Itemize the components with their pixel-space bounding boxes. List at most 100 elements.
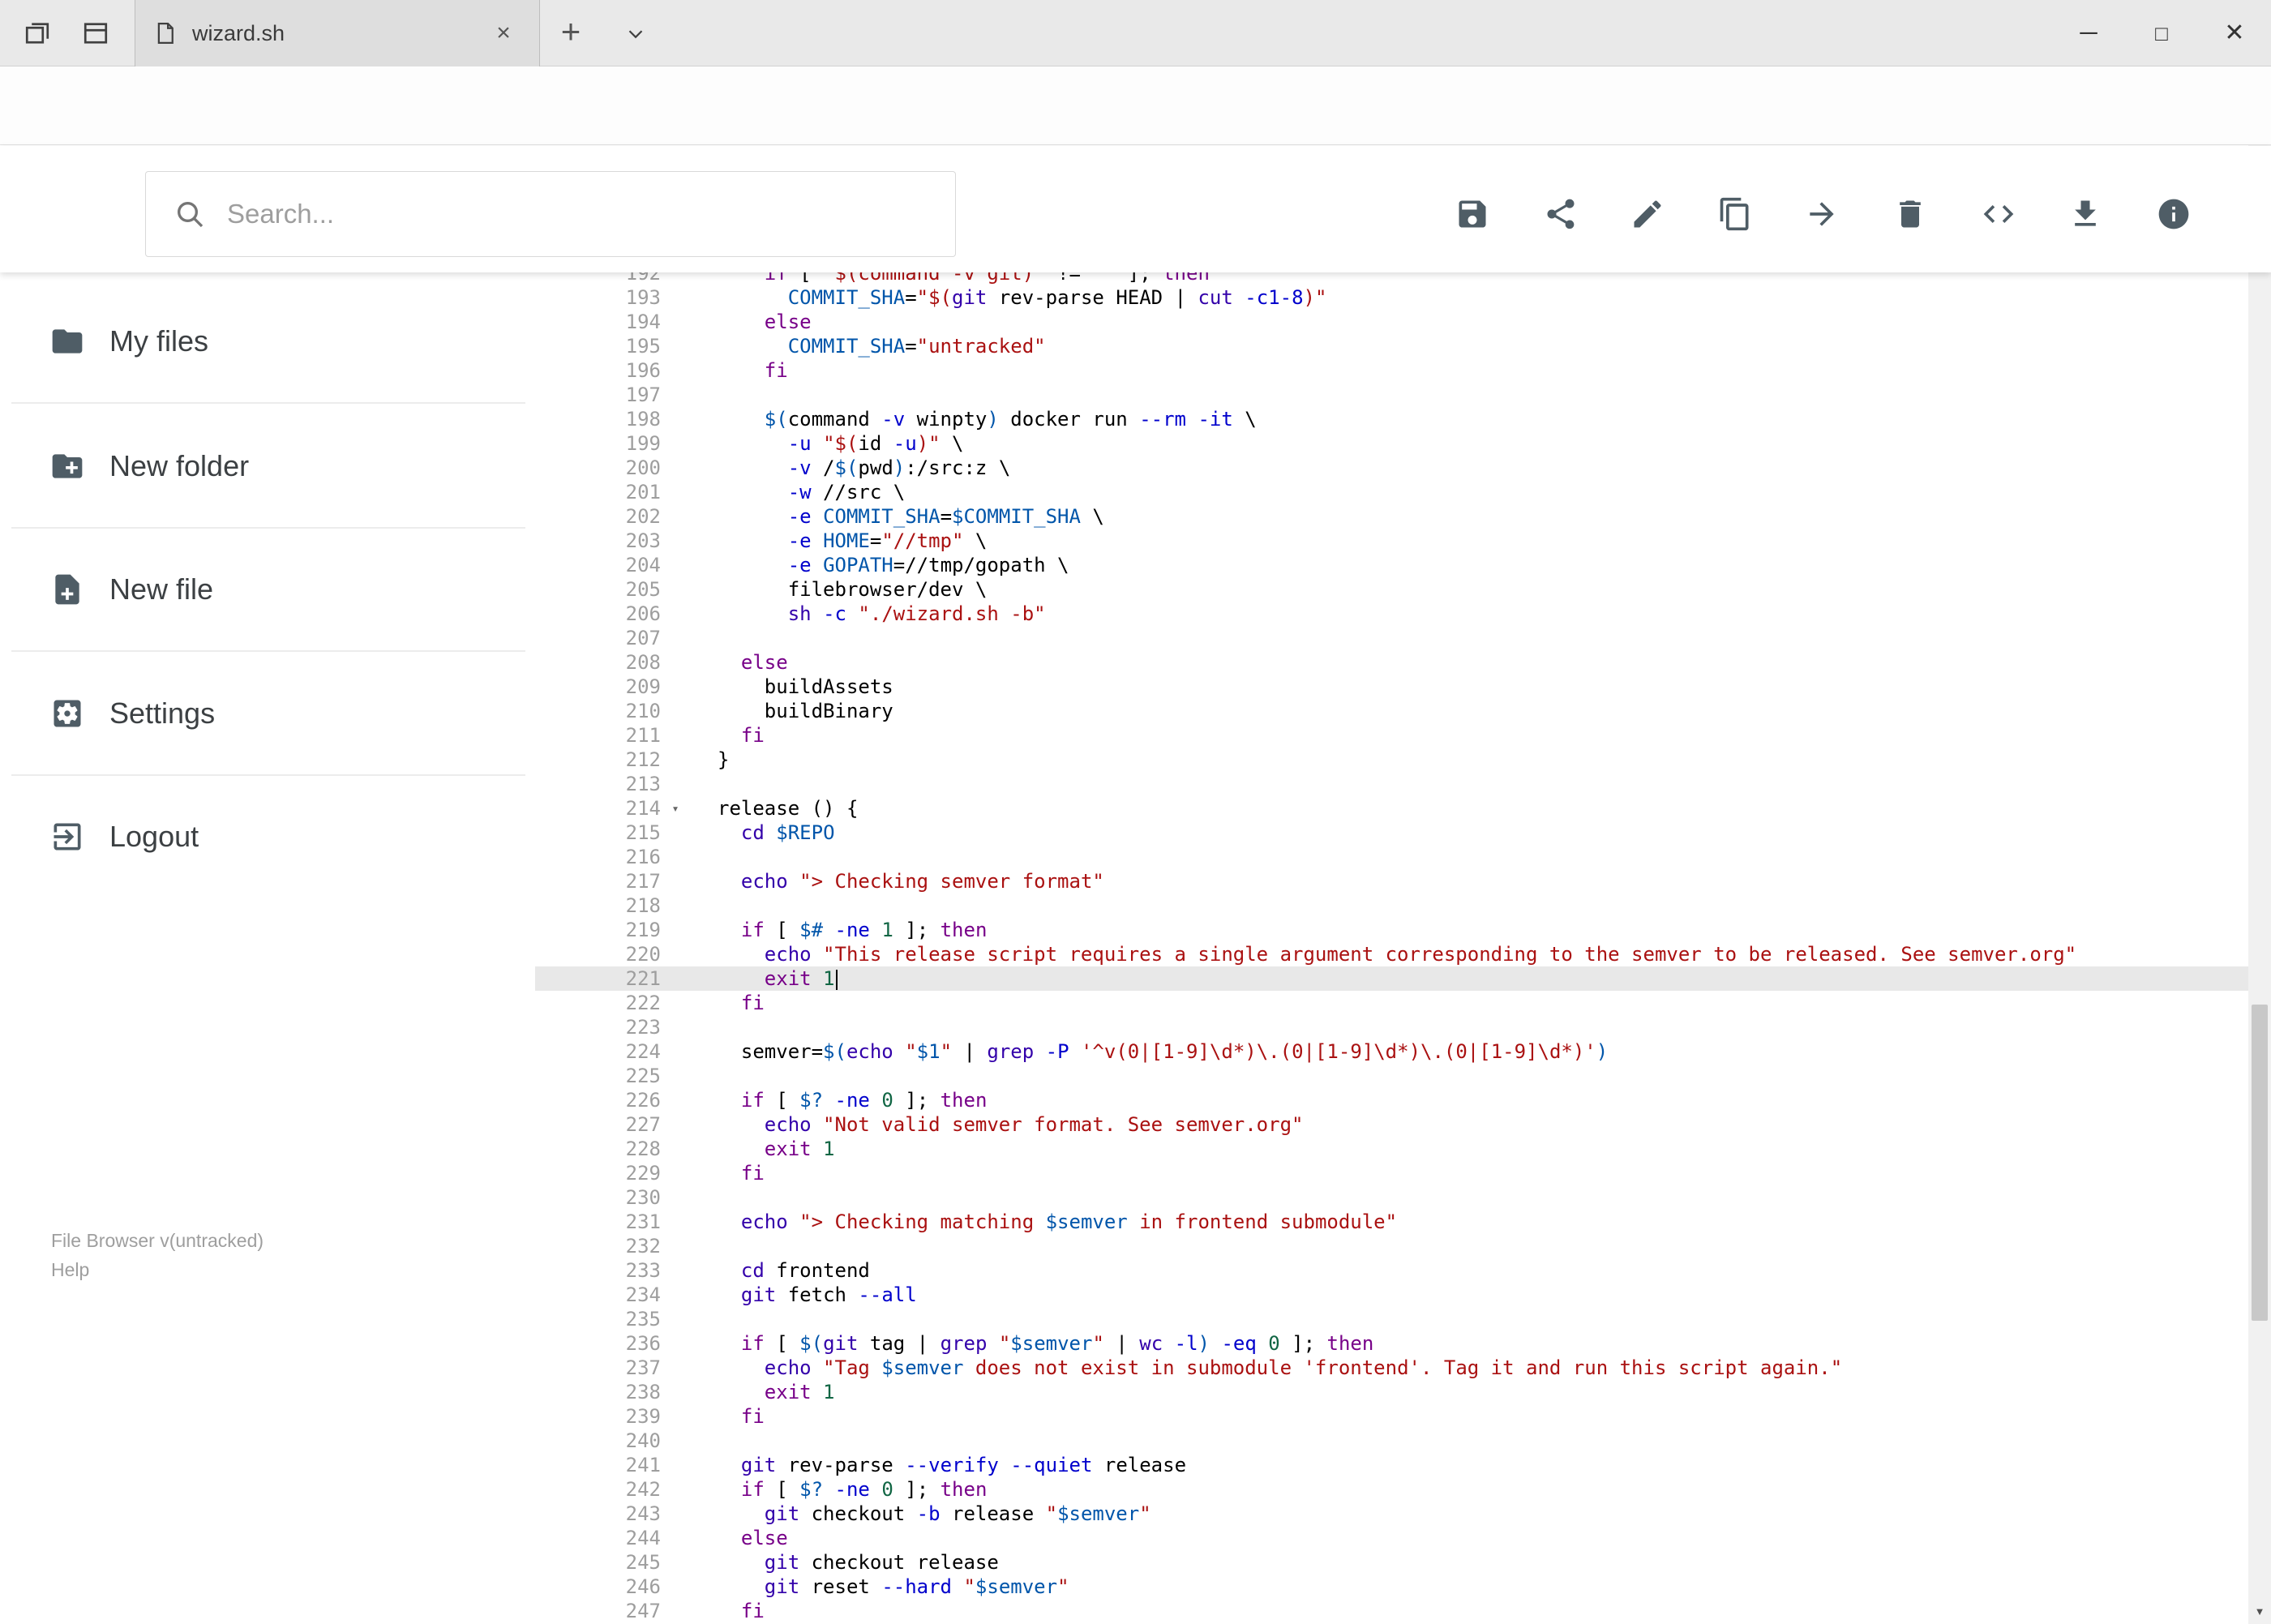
code-line-214[interactable]: 214 ▾ release () { (535, 796, 2248, 821)
code-line-245[interactable]: 245 git checkout release (535, 1550, 2248, 1575)
code-line-198[interactable]: 198 $(command -v winpty) docker run --rm… (535, 407, 2248, 431)
fold-gutter (661, 1234, 690, 1258)
code-editor[interactable]: 192 if [ "$(command -v git)" != "" ]; th… (535, 272, 2248, 1624)
code-line-195[interactable]: 195 COMMIT_SHA="untracked" (535, 334, 2248, 358)
set-tabs-aside-button[interactable] (75, 13, 116, 54)
delete-button[interactable] (1888, 191, 1933, 237)
code-text: exit 1 (764, 1381, 835, 1403)
page-scrollbar[interactable]: ▲ ▼ (2248, 145, 2271, 1624)
code-line-192[interactable]: 192 if [ "$(command -v git)" != "" ]; th… (535, 272, 2248, 285)
code-line-239[interactable]: 239 fi (535, 1404, 2248, 1429)
line-number: 221 (625, 967, 661, 990)
download-button[interactable] (2063, 191, 2108, 237)
code-line-199[interactable]: 199 -u "$(id -u)" \ (535, 431, 2248, 456)
code-text: fi (740, 992, 765, 1014)
sidebar-item-new-file[interactable]: New file (0, 563, 535, 615)
rename-button[interactable] (1625, 191, 1670, 237)
code-line-233[interactable]: 233 cd frontend (535, 1258, 2248, 1283)
code-line-203[interactable]: 203 -e HOME="//tmp" \ (535, 529, 2248, 553)
code-line-232[interactable]: 232 (535, 1234, 2248, 1258)
fold-arrow-icon[interactable]: ▾ (661, 796, 690, 821)
save-button[interactable] (1450, 191, 1495, 237)
code-line-211[interactable]: 211 fi (535, 723, 2248, 748)
code-line-221[interactable]: 221 exit 1 (535, 966, 2248, 991)
new-tab-button[interactable]: + (550, 11, 592, 54)
tabs-preview-button[interactable] (17, 13, 58, 54)
code-line-247[interactable]: 247 fi (535, 1599, 2248, 1623)
code-line-194[interactable]: 194 else (535, 310, 2248, 334)
code-line-209[interactable]: 209 buildAssets (535, 675, 2248, 699)
scrollbar-thumb[interactable] (2252, 1005, 2268, 1321)
sidebar-item-logout[interactable]: Logout (0, 811, 535, 863)
code-line-237[interactable]: 237 echo "Tag $semver does not exist in … (535, 1356, 2248, 1380)
code-line-213[interactable]: 213 (535, 772, 2248, 796)
code-line-218[interactable]: 218 (535, 893, 2248, 918)
code-line-207[interactable]: 207 (535, 626, 2248, 650)
code-line-205[interactable]: 205 filebrowser/dev \ (535, 577, 2248, 602)
line-number: 247 (625, 1600, 661, 1622)
window-close-button[interactable]: ✕ (2198, 0, 2271, 66)
code-line-217[interactable]: 217 echo "> Checking semver format" (535, 869, 2248, 893)
scroll-down-arrow-icon[interactable]: ▼ (2248, 1600, 2271, 1624)
code-line-234[interactable]: 234 git fetch --all (535, 1283, 2248, 1307)
fold-gutter (661, 821, 690, 845)
code-line-215[interactable]: 215 cd $REPO (535, 821, 2248, 845)
code-line-230[interactable]: 230 (535, 1185, 2248, 1210)
tab-preview-chevron-button[interactable] (618, 18, 653, 50)
window-minimize-button[interactable]: ─ (2052, 0, 2125, 66)
code-line-208[interactable]: 208 else (535, 650, 2248, 675)
code-line-201[interactable]: 201 -w //src \ (535, 480, 2248, 504)
sidebar-item-new-folder[interactable]: New folder (0, 440, 535, 492)
code-line-225[interactable]: 225 (535, 1064, 2248, 1088)
tab-wizard-sh[interactable]: wizard.sh × (135, 0, 540, 66)
code-line-244[interactable]: 244 else (535, 1526, 2248, 1550)
save-icon (1459, 200, 1486, 228)
code-line-242[interactable]: 242 if [ $? -ne 0 ]; then (535, 1477, 2248, 1502)
code-line-226[interactable]: 226 if [ $? -ne 0 ]; then (535, 1088, 2248, 1112)
code-line-240[interactable]: 240 (535, 1429, 2248, 1453)
window-maximize-button[interactable]: □ (2125, 0, 2198, 66)
code-line-196[interactable]: 196 fi (535, 358, 2248, 383)
chevron-down-icon (628, 30, 643, 39)
tab-close-icon[interactable]: × (486, 15, 521, 51)
raw-code-button[interactable] (1976, 191, 2021, 237)
code-line-235[interactable]: 235 (535, 1307, 2248, 1331)
code-line-236[interactable]: 236 if [ $(git tag | grep "$semver" | wc… (535, 1331, 2248, 1356)
code-line-202[interactable]: 202 -e COMMIT_SHA=$COMMIT_SHA \ (535, 504, 2248, 529)
copy-button[interactable] (1712, 191, 1758, 237)
line-number: 202 (625, 505, 661, 528)
info-button[interactable] (2151, 191, 2196, 237)
code-line-223[interactable]: 223 (535, 1015, 2248, 1039)
move-button[interactable] (1799, 191, 1845, 237)
code-line-224[interactable]: 224 semver=$(echo "$1" | grep -P '^v(0|[… (535, 1039, 2248, 1064)
code-text: else (740, 1527, 788, 1549)
help-link[interactable]: Help (51, 1255, 264, 1284)
code-line-220[interactable]: 220 echo "This release script requires a… (535, 942, 2248, 966)
code-line-200[interactable]: 200 -v /$(pwd):/src:z \ (535, 456, 2248, 480)
code-line-204[interactable]: 204 -e GOPATH=//tmp/gopath \ (535, 553, 2248, 577)
code-line-231[interactable]: 231 echo "> Checking matching $semver in… (535, 1210, 2248, 1234)
code-line-212[interactable]: 212} (535, 748, 2248, 772)
sidebar-item-my-files[interactable]: My files (0, 315, 535, 367)
code-text: cd frontend (740, 1259, 870, 1282)
code-line-216[interactable]: 216 (535, 845, 2248, 869)
code-line-246[interactable]: 246 git reset --hard "$semver" (535, 1575, 2248, 1599)
sidebar-item-settings[interactable]: Settings (0, 688, 535, 739)
share-file-button[interactable] (1538, 191, 1583, 237)
code-line-193[interactable]: 193 COMMIT_SHA="$(git rev-parse HEAD | c… (535, 285, 2248, 310)
code-line-241[interactable]: 241 git rev-parse --verify --quiet relea… (535, 1453, 2248, 1477)
code-line-206[interactable]: 206 sh -c "./wizard.sh -b" (535, 602, 2248, 626)
code-line-197[interactable]: 197 (535, 383, 2248, 407)
code-line-222[interactable]: 222 fi (535, 991, 2248, 1015)
code-text: else (740, 651, 788, 674)
code-line-229[interactable]: 229 fi (535, 1161, 2248, 1185)
search-box[interactable] (145, 171, 956, 257)
code-line-219[interactable]: 219 if [ $# -ne 1 ]; then (535, 918, 2248, 942)
copy-icon (1720, 197, 1749, 231)
code-line-243[interactable]: 243 git checkout -b release "$semver" (535, 1502, 2248, 1526)
code-line-228[interactable]: 228 exit 1 (535, 1137, 2248, 1161)
search-input[interactable] (227, 199, 955, 229)
code-line-210[interactable]: 210 buildBinary (535, 699, 2248, 723)
code-line-238[interactable]: 238 exit 1 (535, 1380, 2248, 1404)
code-line-227[interactable]: 227 echo "Not valid semver format. See s… (535, 1112, 2248, 1137)
